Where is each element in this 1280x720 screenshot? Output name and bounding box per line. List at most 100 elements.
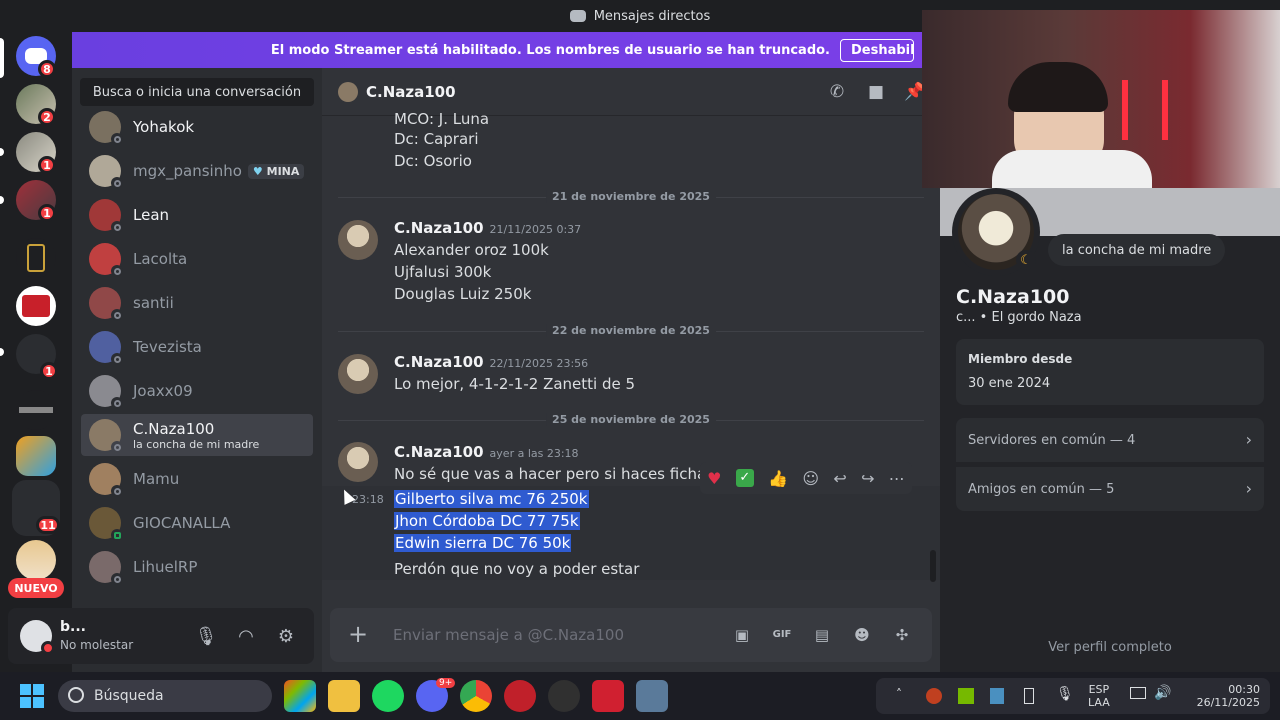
screen: Mensajes directos 8 2 1 1 1 11 NUEVO Bus… xyxy=(0,0,1280,720)
message-author[interactable]: C.Naza100 xyxy=(394,443,484,461)
gear-icon[interactable]: ⚙ xyxy=(274,624,298,648)
microphone-tray-icon[interactable]: 🎙 xyxy=(1056,686,1074,702)
emoji-icon[interactable]: ☻ xyxy=(851,624,873,646)
mutual-servers-row[interactable]: Servidores en común — 4 › xyxy=(956,418,1264,462)
dm-item[interactable]: Joaxx09 xyxy=(81,370,313,412)
language-indicator[interactable]: ESP LAA xyxy=(1088,683,1110,709)
view-full-profile-link[interactable]: Ver perfil completo xyxy=(940,640,1280,655)
tray-app-icon[interactable] xyxy=(926,688,942,704)
dm-item[interactable]: Lacolta xyxy=(81,238,313,280)
network-icon[interactable] xyxy=(1130,687,1146,699)
message-avatar[interactable] xyxy=(338,220,378,260)
server-rail: 8 2 1 1 1 11 NUEVO xyxy=(0,32,72,672)
dm-item-active[interactable]: C.Naza100 la concha de mi madre xyxy=(81,414,313,456)
apps-icon[interactable]: ✣ xyxy=(891,624,913,646)
mutual-friends-label: Amigos en común — 5 xyxy=(968,481,1115,497)
custom-status: la concha de mi madre xyxy=(1048,234,1226,266)
file-explorer-icon[interactable] xyxy=(328,680,360,712)
server-liga-icon[interactable] xyxy=(16,238,56,278)
avatar xyxy=(89,507,123,541)
dm-item[interactable]: LihuelRP xyxy=(81,546,313,588)
nvidia-icon[interactable] xyxy=(958,688,974,704)
message-avatar[interactable] xyxy=(338,354,378,394)
message-line: Ujfalusi 300k xyxy=(394,263,492,281)
message-line: Perdón que no voy a poder estar xyxy=(394,560,640,578)
streamer-mode-banner: El modo Streamer está habilitado. Los no… xyxy=(72,32,922,68)
dm-item[interactable]: mgx_pansinho ♥ MINA xyxy=(81,150,313,192)
clock-time: 00:30 xyxy=(1228,683,1260,696)
ea-app-icon[interactable] xyxy=(504,680,536,712)
clock[interactable]: 00:30 26/11/2025 xyxy=(1186,683,1260,709)
server-rbg2-icon[interactable] xyxy=(16,436,56,476)
dm-item[interactable]: GIOCANALLA xyxy=(81,502,313,544)
dm-item[interactable]: Lean xyxy=(81,194,313,236)
window-title: Mensajes directos xyxy=(593,8,711,24)
gif-icon[interactable]: GIF xyxy=(771,624,793,646)
user-avatar[interactable] xyxy=(20,620,55,655)
message-line: Jhon Córdoba DC 77 75k xyxy=(394,512,580,530)
message-input[interactable]: Enviar mensaje a @C.Naza100 xyxy=(393,626,624,644)
message-author[interactable]: C.Naza100 xyxy=(394,353,484,371)
neon-light xyxy=(1162,80,1168,140)
server-icon[interactable] xyxy=(16,390,56,430)
unread-indicator xyxy=(0,148,4,156)
obs-icon[interactable] xyxy=(548,680,580,712)
message-author[interactable]: C.Naza100 xyxy=(394,219,484,237)
spotify-icon[interactable] xyxy=(372,680,404,712)
headphones-icon[interactable]: ◠ xyxy=(234,624,258,648)
unread-badge: 8 xyxy=(38,60,56,78)
scrollbar-thumb[interactable] xyxy=(930,550,936,582)
windows-start-icon[interactable] xyxy=(20,684,44,708)
video-call-icon[interactable]: ■ xyxy=(865,82,887,102)
unread-indicator xyxy=(0,196,4,204)
chrome-icon[interactable] xyxy=(460,680,492,712)
disable-streamer-button[interactable]: Deshabilit xyxy=(840,38,914,62)
tray-app-icon[interactable] xyxy=(990,688,1004,704)
volume-icon[interactable]: 🔊 xyxy=(1154,685,1171,701)
thumbs-up-reaction-icon[interactable]: 👍 xyxy=(768,469,788,488)
more-icon[interactable]: ⋯ xyxy=(889,469,905,488)
unread-indicator xyxy=(0,348,4,356)
check-reaction-icon[interactable]: ✓ xyxy=(735,469,754,487)
profile-subtitle: c... • El gordo Naza xyxy=(956,310,1082,325)
date-divider-label: 25 de noviembre de 2025 xyxy=(546,413,716,426)
voice-call-icon[interactable]: ✆ xyxy=(826,82,848,102)
dm-item[interactable]: Tevezista xyxy=(81,326,313,368)
dm-item[interactable]: Mamu xyxy=(81,458,313,500)
dm-item[interactable]: Yohakok xyxy=(81,106,313,148)
usb-icon[interactable] xyxy=(1024,688,1034,704)
forward-icon[interactable]: ↪ xyxy=(861,469,874,488)
dm-item[interactable]: santii xyxy=(81,282,313,324)
message-avatar[interactable] xyxy=(338,442,378,482)
store-app-icon[interactable] xyxy=(284,680,316,712)
unread-badge: 1 xyxy=(38,156,56,174)
clan-tag: ♥ MINA xyxy=(247,163,305,179)
message-line: MCO: J. Luna xyxy=(394,110,490,128)
add-attachment-button[interactable]: + xyxy=(346,622,370,646)
server-pfc-icon[interactable] xyxy=(16,286,56,326)
message-line: Edwin sierra DC 76 50k xyxy=(394,534,572,552)
dm-name: GIOCANALLA xyxy=(133,514,231,532)
member-since-date: 30 ene 2024 xyxy=(968,376,1051,391)
add-reaction-icon[interactable]: ☺ xyxy=(802,469,819,488)
message-line: No sé que vas a hacer pero si haces fich… xyxy=(394,465,742,483)
logo-text-icon xyxy=(19,407,53,413)
mutual-friends-row[interactable]: Amigos en común — 5 › xyxy=(956,467,1264,511)
app-12-icon[interactable] xyxy=(592,680,624,712)
reply-icon[interactable]: ↩ xyxy=(833,469,846,488)
date-divider: 21 de noviembre de 2025 xyxy=(338,190,924,203)
heart-reaction-icon[interactable]: ♥ xyxy=(707,469,721,488)
chevron-up-icon[interactable]: ˄ xyxy=(896,687,902,701)
monitor-app-icon[interactable] xyxy=(636,680,668,712)
gift-icon[interactable]: ▣ xyxy=(731,624,753,646)
microphone-icon[interactable]: 🎙 xyxy=(194,624,218,648)
sticker-icon[interactable]: ▤ xyxy=(811,624,833,646)
message-line: Dc: Osorio xyxy=(394,152,472,170)
dnd-status-icon xyxy=(41,641,55,655)
unread-badge: 1 xyxy=(38,204,56,222)
taskbar-search[interactable]: Búsqueda xyxy=(58,680,272,712)
server-icon[interactable] xyxy=(16,540,56,580)
selected-text: Gilberto silva mc 76 250k xyxy=(394,490,589,508)
profile-avatar[interactable]: ☾ xyxy=(952,188,1040,276)
dm-search-input[interactable]: Busca o inicia una conversación xyxy=(80,78,314,106)
